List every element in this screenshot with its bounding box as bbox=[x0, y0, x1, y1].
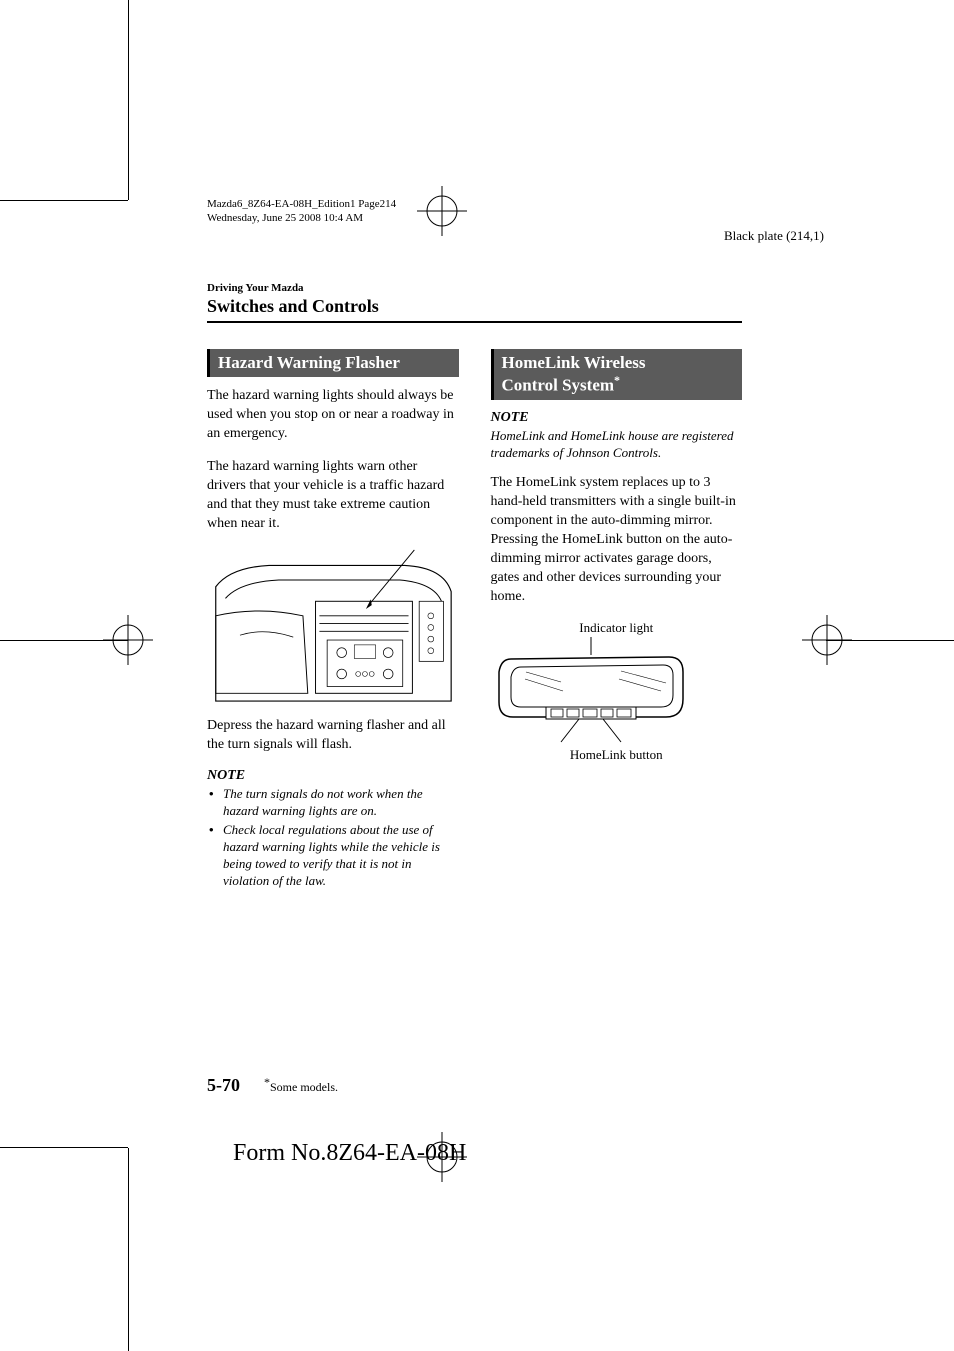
chapter-title: Switches and Controls bbox=[207, 296, 742, 317]
crop-mark bbox=[128, 1148, 129, 1351]
body-paragraph: The hazard warning lights warn other dri… bbox=[207, 458, 459, 534]
note-label: NOTE bbox=[491, 410, 743, 426]
note-label: NOTE bbox=[207, 768, 459, 784]
form-number: Form No.8Z64-EA-08H bbox=[233, 1140, 466, 1167]
figure-label-bottom: HomeLink button bbox=[491, 747, 743, 764]
hazard-flasher-figure bbox=[207, 548, 459, 703]
registration-mark-icon bbox=[417, 186, 467, 236]
registration-mark-icon bbox=[103, 615, 153, 665]
body-paragraph: The hazard warning lights should always … bbox=[207, 387, 459, 444]
right-column: HomeLink Wireless Control System* NOTE H… bbox=[491, 349, 743, 892]
asterisk-icon: * bbox=[614, 373, 620, 387]
print-header-line2: Wednesday, June 25 2008 10:4 AM bbox=[207, 211, 396, 225]
divider bbox=[207, 321, 742, 323]
print-header: Mazda6_8Z64-EA-08H_Edition1 Page214 Wedn… bbox=[207, 197, 396, 226]
body-paragraph: The HomeLink system replaces up to 3 han… bbox=[491, 474, 743, 606]
registration-mark-icon bbox=[802, 615, 852, 665]
body-paragraph: Depress the hazard warning flasher and a… bbox=[207, 717, 459, 755]
left-column: Hazard Warning Flasher The hazard warnin… bbox=[207, 349, 459, 892]
crop-mark bbox=[128, 0, 129, 200]
note-list: The turn signals do not work when the ha… bbox=[207, 786, 459, 889]
crop-mark bbox=[0, 1147, 128, 1148]
heading-line: Control System bbox=[502, 376, 615, 395]
footer-note-text: Some models. bbox=[270, 1080, 338, 1094]
section-heading-homelink: HomeLink Wireless Control System* bbox=[491, 349, 743, 400]
print-header-line1: Mazda6_8Z64-EA-08H_Edition1 Page214 bbox=[207, 197, 396, 211]
note-text: HomeLink and HomeLink house are register… bbox=[491, 428, 743, 462]
note-list-item: Check local regulations about the use of… bbox=[207, 822, 459, 890]
heading-line: HomeLink Wireless bbox=[502, 353, 646, 372]
black-plate-label: Black plate (214,1) bbox=[724, 228, 824, 244]
footer-note: *Some models. bbox=[264, 1075, 338, 1095]
crop-mark bbox=[0, 200, 128, 201]
note-list-item: The turn signals do not work when the ha… bbox=[207, 786, 459, 820]
section-heading-hazard: Hazard Warning Flasher bbox=[207, 349, 459, 377]
figure-label-top: Indicator light bbox=[491, 620, 743, 637]
homelink-mirror-figure: Indicator light bbox=[491, 620, 743, 764]
page-number: 5-70 bbox=[207, 1075, 240, 1096]
chapter-label: Driving Your Mazda bbox=[207, 282, 742, 294]
